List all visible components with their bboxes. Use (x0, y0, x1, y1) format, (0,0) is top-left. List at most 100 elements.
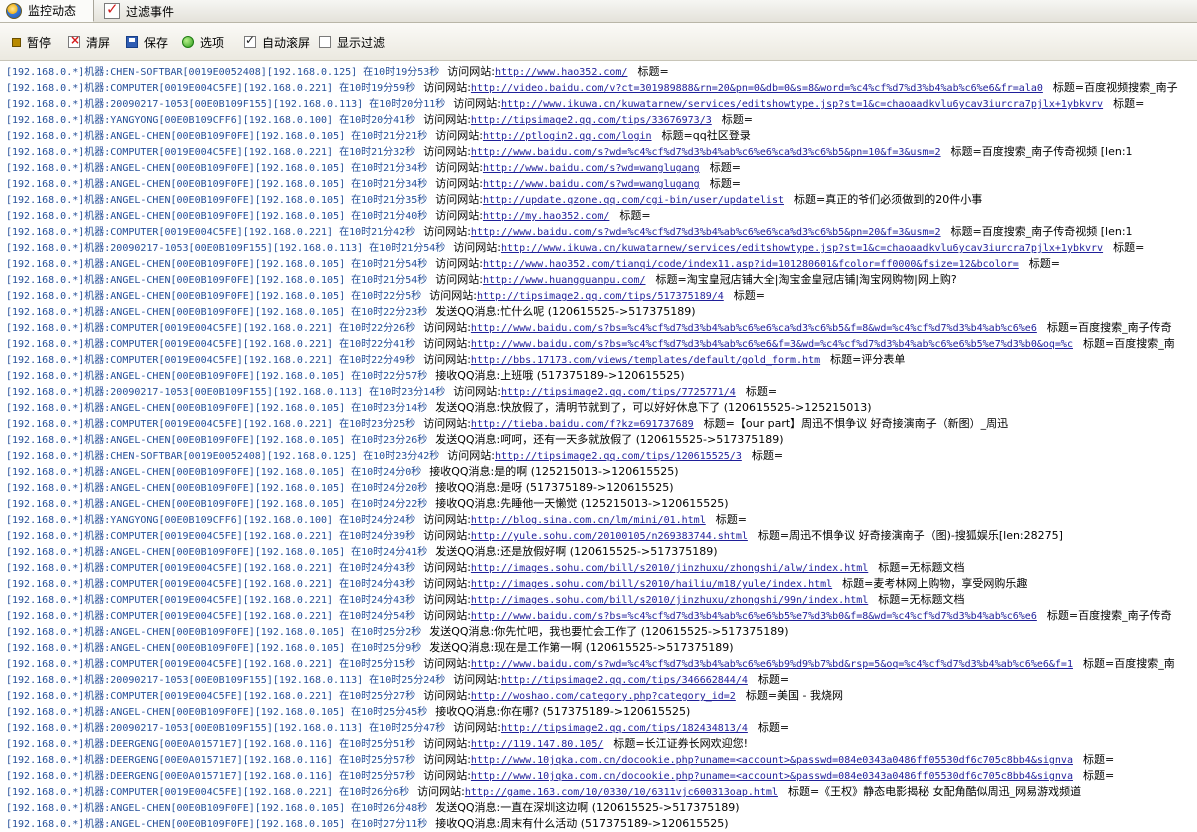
log-source: [192.168.0.*]机器:COMPUTER[0019E004C5FE][1… (6, 659, 416, 670)
log-url-link[interactable]: http://bbs.17173.com/views/templates/def… (471, 355, 820, 366)
clear-button[interactable]: 清屏 (68, 33, 110, 50)
log-row: [192.168.0.*]机器:ANGEL-CHEN[00E0B109F0FE]… (6, 480, 674, 496)
log-row: [192.168.0.*]机器:COMPUTER[0019E004C5FE][1… (6, 688, 843, 704)
log-source: [192.168.0.*]机器:COMPUTER[0019E004C5FE][1… (6, 339, 416, 350)
log-source: [192.168.0.*]机器:CHEN-SOFTBAR[0019E005240… (6, 451, 440, 462)
log-url-link[interactable]: http://www.baidu.com/s?wd=%c4%cf%d7%d3%b… (471, 227, 941, 238)
tab-filter-events[interactable]: 过滤事件 (98, 0, 208, 22)
log-action: 访问网站: (435, 273, 483, 286)
log-row: [192.168.0.*]机器:ANGEL-CHEN[00E0B109F0FE]… (6, 288, 765, 304)
log-url-link[interactable]: http://tieba.baidu.com/f?kz=691737689 (471, 419, 694, 430)
toolbar: 暂停 清屏 保存 选项 自动滚屏 显示过滤 (0, 23, 1197, 61)
pause-icon (12, 37, 21, 47)
log-action: 访问网站: (453, 385, 502, 398)
tab-monitor[interactable]: 监控动态 (0, 0, 94, 22)
log-url-link[interactable]: http://tipsimage2.qq.com/tips/33676973/3 (471, 115, 712, 126)
log-url-link[interactable]: http://blog.sina.com.cn/lm/mini/01.html (471, 515, 706, 526)
log-url-link[interactable]: http://www.10jqka.com.cn/docookie.php?un… (471, 771, 1073, 782)
checklist-icon (104, 0, 120, 19)
log-url-link[interactable]: http://my.hao352.com/ (483, 211, 609, 222)
log-url-link[interactable]: http://tipsimage2.qq.com/tips/182434813/… (501, 723, 748, 734)
log-title: 标题=百度搜索_南 (1082, 337, 1175, 350)
log-row: [192.168.0.*]机器:ANGEL-CHEN[00E0B109F0FE]… (6, 704, 690, 720)
log-url-link[interactable]: http://www.baidu.com/s?wd=%c4%cf%d7%d3%b… (471, 147, 941, 158)
log-action: 接收QQ消息: (435, 481, 501, 494)
log-row: [192.168.0.*]机器:ANGEL-CHEN[00E0B109F0FE]… (6, 208, 651, 224)
log-url-link[interactable]: http://ptlogin2.qq.com/login (483, 131, 652, 142)
log-source: [192.168.0.*]机器:COMPUTER[0019E004C5FE][1… (6, 787, 410, 798)
log-source: [192.168.0.*]机器:COMPUTER[0019E004C5FE][1… (6, 83, 416, 94)
log-row: [192.168.0.*]机器:COMPUTER[0019E004C5FE][1… (6, 656, 1175, 672)
log-action: 访问网站: (435, 177, 483, 190)
log-title: 标题=麦考林网上购物，享受网购乐趣 (842, 577, 1028, 590)
log-url-link[interactable]: http://www.10jqka.com.cn/docookie.php?un… (471, 755, 1073, 766)
log-action: 访问网站: (453, 97, 502, 110)
log-url-link[interactable]: http://tipsimage2.qq.com/tips/517375189/… (477, 291, 724, 302)
log-url-link[interactable]: http://tipsimage2.qq.com/tips/346662844/… (501, 675, 748, 686)
log-url-link[interactable]: http://www.hao352.com/tianqi/code/index1… (483, 259, 1019, 270)
log-row: [192.168.0.*]机器:ANGEL-CHEN[00E0B109F0FE]… (6, 176, 741, 192)
log-url-link[interactable]: http://www.baidu.com/s?bs=%c4%cf%d7%d3%b… (471, 323, 1037, 334)
log-action: 访问网站: (423, 593, 471, 606)
log-title: 标题=淘宝皇冠店铺大全|淘宝金皇冠店铺|淘宝网购物|网上购? (655, 273, 957, 286)
log-row: [192.168.0.*]机器:20090217-1053[00E0B109F1… (6, 720, 789, 736)
log-source: [192.168.0.*]机器:COMPUTER[0019E004C5FE][1… (6, 531, 416, 542)
log-url-link[interactable]: http://www.baidu.com/s?bs=%c4%cf%d7%d3%b… (471, 339, 1073, 350)
log-url-link[interactable]: http://www.baidu.com/s?wd=wanglugang (483, 179, 700, 190)
log-url-link[interactable]: http://yule.sohu.com/20100105/n269383744… (471, 531, 748, 542)
log-title: 标题=无标题文档 (878, 561, 965, 574)
log-url-link[interactable]: http://images.sohu.com/bill/s2010/jinzhu… (471, 563, 868, 574)
log-message: 是呀 (517375189->120615525) (500, 481, 674, 494)
log-action: 访问网站: (423, 577, 471, 590)
log-url-link[interactable]: http://game.163.com/10/0330/10/6311vjc60… (465, 787, 778, 798)
log-url-link[interactable]: http://video.baidu.com/v?ct=301989888&rn… (471, 83, 1043, 94)
log-url-link[interactable]: http://119.147.80.105/ (471, 739, 603, 750)
log-title: 标题= (709, 161, 741, 174)
log-row: [192.168.0.*]机器:DEERGENG[00E0A01571E7][1… (6, 752, 1114, 768)
log-url-link[interactable]: http://www.baidu.com/s?wd=%c4%cf%d7%d3%b… (471, 659, 1073, 670)
log-source: [192.168.0.*]机器:ANGEL-CHEN[00E0B109F0FE]… (6, 643, 422, 654)
log-url-link[interactable]: http://www.baidu.com/s?wd=wanglugang (483, 163, 700, 174)
log-url-link[interactable]: http://www.ikuwa.cn/kuwatarnew/services/… (501, 243, 1103, 254)
log-row: [192.168.0.*]机器:COMPUTER[0019E004C5FE][1… (6, 320, 1172, 336)
options-button[interactable]: 选项 (182, 34, 224, 50)
log-url-link[interactable]: http://tipsimage2.qq.com/tips/120615525/… (495, 451, 742, 462)
log-title: 标题= (757, 721, 790, 734)
log-row: [192.168.0.*]机器:ANGEL-CHEN[00E0B109F0FE]… (6, 496, 729, 512)
log-row: [192.168.0.*]机器:COMPUTER[0019E004C5FE][1… (6, 144, 1133, 160)
log-url-link[interactable]: http://www.huangguanpu.com/ (483, 275, 646, 286)
autoscroll-checkbox[interactable]: 自动滚屏 (244, 33, 310, 50)
log-source: [192.168.0.*]机器:DEERGENG[00E0A01571E7][1… (6, 771, 416, 782)
log-source: [192.168.0.*]机器:ANGEL-CHEN[00E0B109F0FE]… (6, 259, 428, 270)
log-title: 标题= (709, 177, 741, 190)
log-message: 先睡他一天懒觉 (125215013->120615525) (500, 497, 729, 510)
log-source: [192.168.0.*]机器:ANGEL-CHEN[00E0B109F0FE]… (6, 483, 428, 494)
save-button[interactable]: 保存 (126, 34, 168, 50)
pause-button[interactable]: 暂停 (10, 34, 51, 50)
log-row: [192.168.0.*]机器:ANGEL-CHEN[00E0B109F0FE]… (6, 400, 872, 416)
log-source: [192.168.0.*]机器:COMPUTER[0019E004C5FE][1… (6, 419, 416, 430)
log-url-link[interactable]: http://tipsimage2.qq.com/tips/7725771/4 (501, 387, 736, 398)
log-row: [192.168.0.*]机器:ANGEL-CHEN[00E0B109F0FE]… (6, 544, 718, 560)
log-url-link[interactable]: http://images.sohu.com/bill/s2010/hailiu… (471, 579, 832, 590)
log-url-link[interactable]: http://www.baidu.com/s?bs=%c4%cf%d7%d3%b… (471, 611, 1037, 622)
log-row: [192.168.0.*]机器:COMPUTER[0019E004C5FE][1… (6, 224, 1133, 240)
save-icon (126, 36, 138, 48)
showfilter-checkbox[interactable]: 显示过滤 (319, 34, 385, 50)
log-action: 发送QQ消息: (435, 433, 501, 446)
log-url-link[interactable]: http://images.sohu.com/bill/s2010/jinzhu… (471, 595, 868, 606)
log-title: 标题=长江证券长网欢迎您! (613, 737, 749, 750)
log-url-link[interactable]: http://www.hao352.com/ (495, 67, 627, 78)
log-title: 标题= (733, 289, 765, 302)
log-title: 标题= (751, 449, 784, 462)
log-url-link[interactable]: http://woshao.com/category.php?category_… (471, 691, 736, 702)
log-source: [192.168.0.*]机器:ANGEL-CHEN[00E0B109F0FE]… (6, 211, 428, 222)
log-title: 标题=周迅不惧争议 好奇接演南子（图)-搜狐娱乐[len:28275] (757, 529, 1063, 542)
tab-monitor-label: 监控动态 (28, 4, 77, 18)
log-title: 标题= (715, 513, 747, 526)
log-source: [192.168.0.*]机器:20090217-1053[00E0B109F1… (6, 675, 446, 686)
log-action: 发送QQ消息: (435, 545, 501, 558)
log-url-link[interactable]: http://www.ikuwa.cn/kuwatarnew/services/… (501, 99, 1103, 110)
log-url-link[interactable]: http://update.qzone.qq.com/cgi-bin/user/… (483, 195, 784, 206)
monitor-log[interactable]: [192.168.0.*]机器:CHEN-SOFTBAR[0019E005240… (0, 61, 1197, 832)
